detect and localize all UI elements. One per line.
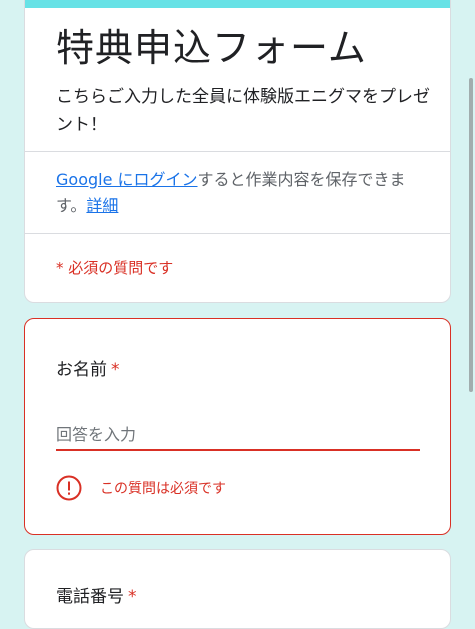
header-accent-bar [25,0,450,8]
form-description: こちらご入力した全員に体験版エニグマをプレゼント！ [56,87,430,135]
google-login-link[interactable]: Google にログイン [56,170,198,189]
required-note: * 必須の質問です [56,259,174,277]
question-label: お名前 * [56,355,120,380]
login-prompt: Google にログインすると作業内容を保存できます。詳細 [56,167,426,219]
divider [25,151,450,152]
question-label-text: 電話番号 [56,587,124,607]
question-label: 電話番号 * [56,582,137,607]
page-scrollbar[interactable] [469,78,473,392]
details-link[interactable]: 詳細 [86,196,118,215]
divider [25,233,450,234]
required-asterisk: * [128,587,137,607]
form-title: 特典申込フォーム [56,26,367,70]
error-message: この質問は必須です [56,475,226,501]
required-asterisk: * [111,360,120,380]
question-card-name: お名前* この質問は必須です [24,318,451,535]
form-header-card: 特典申込フォーム こちらご入力した全員に体験版エニグマをプレゼント！ Googl… [24,0,451,303]
error-circle-icon [56,475,82,501]
error-text: この質問は必須です [100,481,226,497]
question-card-phone: 電話番号 * [24,549,451,629]
name-answer-input[interactable] [56,419,420,451]
question-label-text: お名前 [56,360,107,380]
